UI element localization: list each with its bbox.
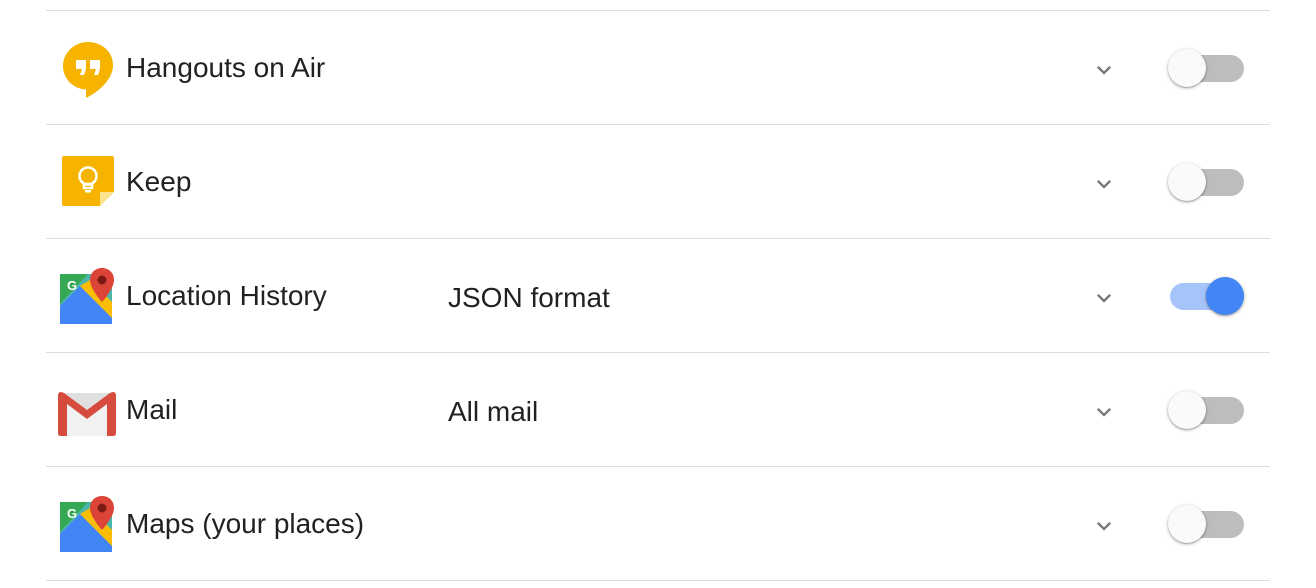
include-toggle[interactable] (1168, 162, 1246, 202)
chevron-down-icon[interactable] (1090, 170, 1118, 198)
product-name: Location History (126, 280, 327, 311)
toggle-thumb (1168, 391, 1206, 429)
export-format-label[interactable]: All mail (448, 395, 538, 429)
product-name: Hangouts on Air (126, 52, 326, 83)
chevron-down-icon[interactable] (1090, 56, 1118, 84)
chevron-down-icon[interactable] (1090, 284, 1118, 312)
gmail-icon (58, 380, 118, 440)
toggle-thumb (1168, 49, 1206, 87)
toggle-thumb (1168, 505, 1206, 543)
product-row-mail: Mail All mail (46, 352, 1270, 466)
product-list: Hangouts on Air Keep G Location History … (46, 10, 1270, 581)
product-row-hangouts-on-air: Hangouts on Air (46, 10, 1270, 124)
include-toggle[interactable] (1168, 390, 1246, 430)
hangouts-on-air-icon (58, 38, 118, 98)
svg-text:G: G (67, 278, 77, 293)
product-row-location-history: G Location History JSON format (46, 238, 1270, 352)
google-maps-icon: G (58, 266, 118, 326)
product-name: Mail (126, 394, 178, 425)
product-name: Maps (your places) (126, 508, 365, 539)
toggle-thumb (1206, 277, 1244, 315)
include-toggle[interactable] (1168, 276, 1246, 316)
keep-icon (58, 152, 118, 212)
chevron-down-icon[interactable] (1090, 512, 1118, 540)
chevron-down-icon[interactable] (1090, 398, 1118, 426)
product-row-keep: Keep (46, 124, 1270, 238)
export-format-label[interactable]: JSON format (448, 281, 610, 315)
include-toggle[interactable] (1168, 48, 1246, 88)
google-maps-icon: G (58, 494, 118, 554)
product-row-maps-your-places: G Maps (your places) (46, 466, 1270, 581)
product-name: Keep (126, 166, 192, 197)
toggle-thumb (1168, 163, 1206, 201)
include-toggle[interactable] (1168, 504, 1246, 544)
svg-text:G: G (67, 506, 77, 521)
